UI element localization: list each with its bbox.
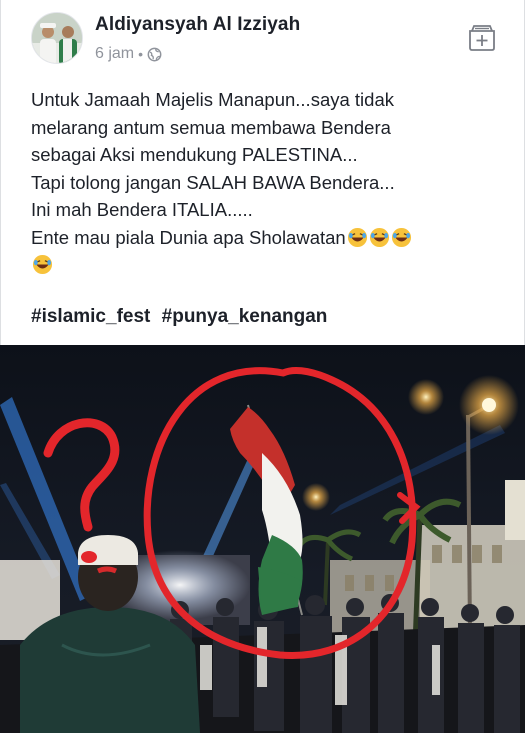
- laughing-emoji-icon: [391, 227, 411, 247]
- hashtag-link[interactable]: #islamic_fest: [31, 306, 150, 327]
- avatar-image: [32, 13, 82, 63]
- post-line: Tapi tolong jangan SALAH BAWA Bendera...: [31, 171, 395, 193]
- post-line: sebagai Aksi mendukung PALESTINA...: [31, 144, 358, 165]
- post-line-emoji: [31, 251, 501, 279]
- post-line-last: Ente mau piala Dunia apa Sholawatan: [31, 224, 501, 252]
- avatar[interactable]: [31, 12, 83, 64]
- laughing-emoji-icon: [369, 227, 389, 247]
- post-line: Untuk Jamaah Majelis Manapun...saya tida…: [31, 89, 394, 110]
- globe-icon[interactable]: [147, 47, 162, 62]
- post-photo[interactable]: ?: [0, 345, 525, 733]
- post-timestamp[interactable]: 6 jam: [95, 45, 134, 63]
- laughing-emoji-icon: [347, 227, 367, 247]
- post-line: Ente mau piala Dunia apa Sholawatan: [31, 226, 346, 248]
- post-line: Ini mah Bendera ITALIA.....: [31, 199, 253, 220]
- hashtag-link[interactable]: #punya_kenangan: [162, 306, 328, 327]
- laughing-emoji-icon: [32, 254, 53, 275]
- author-name[interactable]: Aldiyansyah Al Izziyah: [95, 14, 300, 36]
- post-line: melarang antum semua membawa Bendera: [31, 116, 391, 138]
- post-meta: 6 jam •: [95, 45, 162, 63]
- hashtag-row: #islamic_fest #punya_kenangan: [31, 306, 333, 328]
- meta-separator: •: [138, 46, 144, 62]
- facebook-post-card: Aldiyansyah Al Izziyah 6 jam • Untuk Jam…: [0, 0, 525, 345]
- post-header: Aldiyansyah Al Izziyah 6 jam •: [31, 12, 501, 68]
- post-body: Untuk Jamaah Majelis Manapun...saya tida…: [31, 86, 501, 279]
- save-post-button[interactable]: [463, 18, 501, 56]
- event-photo: ?: [0, 345, 525, 733]
